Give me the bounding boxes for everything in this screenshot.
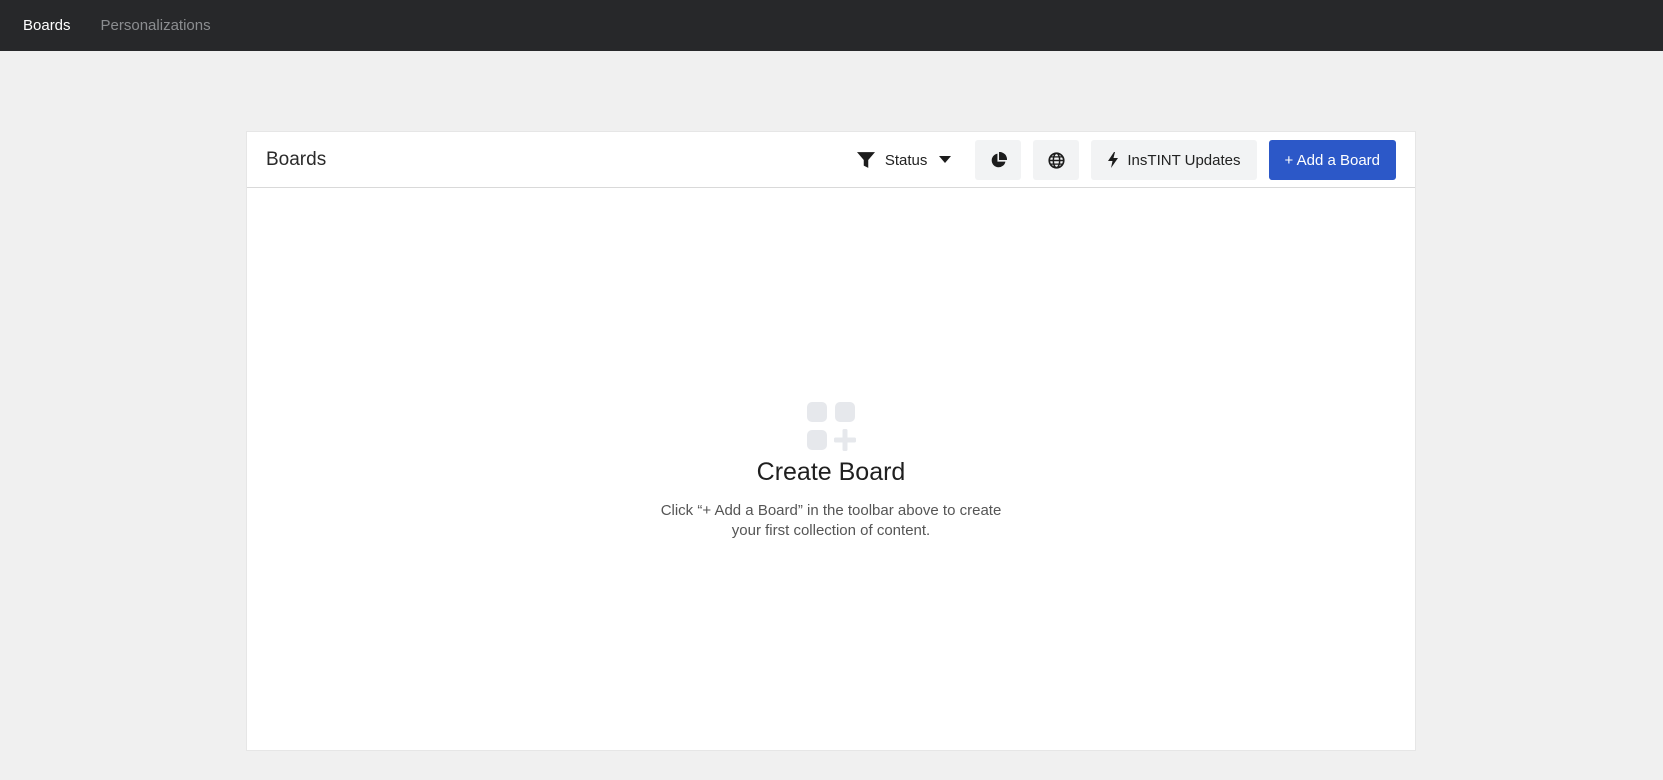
boards-toolbar: Boards Status InsTINT Updates + Add a Bo… (247, 132, 1415, 188)
empty-state-description: Click “+ Add a Board” in the toolbar abo… (660, 502, 1002, 539)
toolbar-actions: Status InsTINT Updates + Add a Board (845, 140, 1396, 180)
status-filter-label: Status (884, 151, 928, 169)
instint-updates-button[interactable]: InsTINT Updates (1091, 140, 1257, 180)
empty-state: Create Board Click “+ Add a Board” in th… (247, 400, 1415, 541)
insights-button[interactable] (975, 140, 1022, 180)
top-nav-bar: Boards Personalizations (0, 0, 1663, 51)
pie-chart-icon (991, 151, 1007, 167)
grid-plus-icon (807, 402, 856, 451)
empty-state-heading: Create Board (756, 458, 906, 486)
status-filter-dropdown[interactable]: Status (845, 140, 964, 180)
caret-down-icon (939, 156, 952, 163)
filter-icon (856, 152, 875, 168)
globe-button[interactable] (1033, 140, 1080, 180)
nav-item-boards[interactable]: Boards (23, 17, 71, 34)
add-board-label: + Add a Board (1284, 151, 1381, 169)
globe-icon (1048, 151, 1065, 169)
instint-updates-label: InsTINT Updates (1127, 151, 1241, 169)
boards-panel: Boards Status InsTINT Updates + Add a Bo… (246, 131, 1416, 751)
nav-item-personalizations[interactable]: Personalizations (101, 17, 211, 34)
lightning-bolt-icon (1108, 152, 1119, 168)
add-board-button[interactable]: + Add a Board (1268, 140, 1396, 180)
page-title: Boards (266, 148, 327, 170)
